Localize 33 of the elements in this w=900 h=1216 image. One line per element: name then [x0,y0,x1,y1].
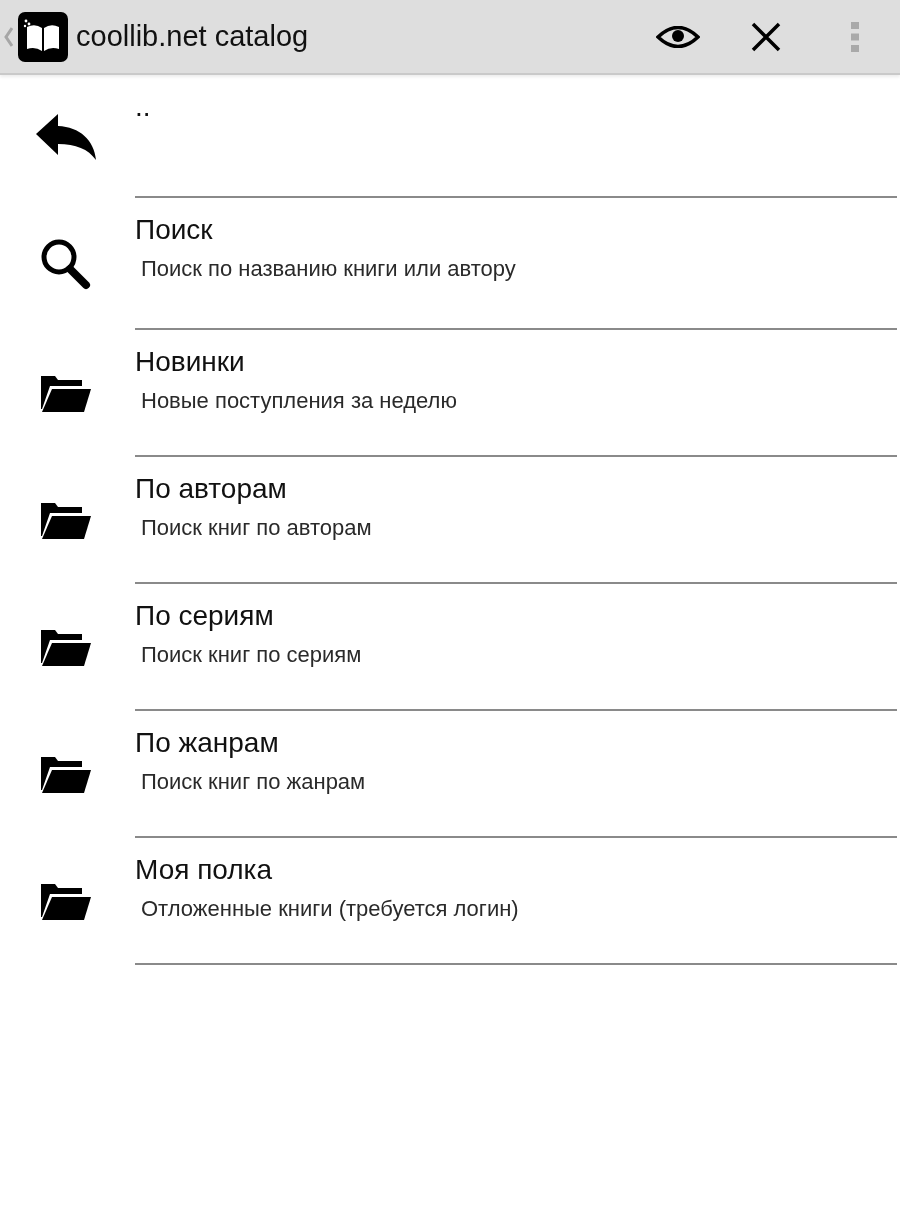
entry-title: По авторам [135,472,287,506]
entry-title: По жанрам [135,726,279,760]
folder-icon [41,883,91,920]
close-icon [751,21,781,52]
book-app-icon[interactable] [18,11,68,62]
catalog-entry[interactable]: .. [0,75,900,198]
entry-title: Поиск [135,213,213,247]
entry-title: .. [135,90,151,124]
folder-icon [41,629,91,666]
catalog-entry[interactable]: Поиск Поиск по названию книги или автору [0,198,900,330]
reply-arrow-icon [36,113,96,160]
entry-title: Новинки [135,345,245,379]
app-title: coollib.net catalog [76,20,309,53]
catalog-entry[interactable]: По авторам Поиск книг по авторам [0,457,900,584]
eye-icon [656,25,700,48]
chevron-left-icon [4,26,13,47]
entry-subtitle: Поиск книг по жанрам [141,768,366,796]
entry-subtitle: Поиск книг по авторам [141,514,372,542]
entry-subtitle: Отложенные книги (требуется логин) [141,895,519,923]
entry-title: По сериям [135,599,274,633]
folder-icon [41,502,91,539]
catalog-entry[interactable]: По сериям Поиск книг по сериям [0,584,900,711]
entry-subtitle: Поиск книг по сериям [141,641,362,669]
entry-title: Моя полка [135,853,273,887]
folder-icon [41,375,91,412]
catalog-entry[interactable]: Моя полка Отложенные книги (требуется логин) [0,838,900,965]
search-icon [40,238,92,290]
catalog-entry[interactable]: Новинки Новые поступления за неделю [0,330,900,457]
entry-subtitle: Поиск по названию книги или автору [141,255,516,283]
more-vertical-icon [851,21,859,52]
catalog-entry[interactable]: По жанрам Поиск книг по жанрам [0,711,900,838]
entry-subtitle: Новые поступления за неделю [141,387,457,415]
folder-icon [41,756,91,793]
